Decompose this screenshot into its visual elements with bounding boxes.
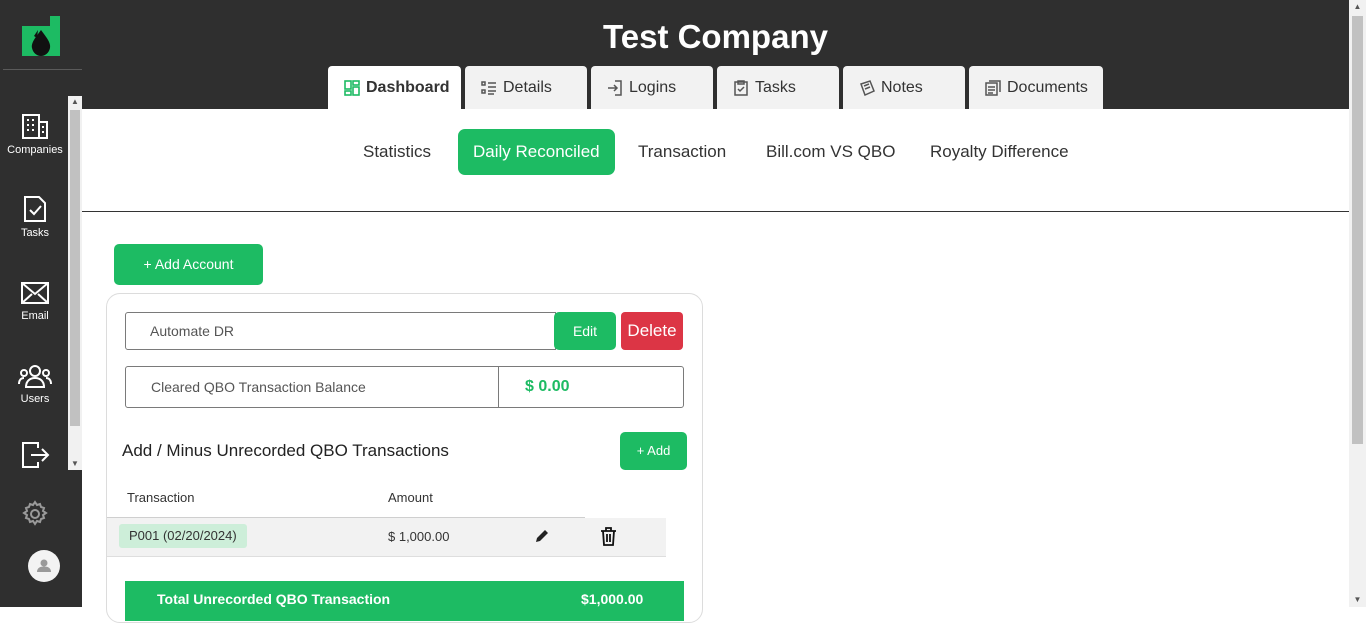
list-icon <box>481 80 496 95</box>
column-header-amount: Amount <box>388 490 433 505</box>
avatar[interactable] <box>28 550 60 582</box>
pencil-icon[interactable] <box>535 529 549 543</box>
scroll-down-arrow-icon[interactable]: ▼ <box>68 458 82 470</box>
subtab-divider <box>82 211 1349 212</box>
delete-button[interactable]: Delete <box>621 312 683 350</box>
transaction-badge[interactable]: P001 (02/20/2024) <box>119 524 247 548</box>
tab-label: Notes <box>881 78 923 96</box>
balance-label: Cleared QBO Transaction Balance <box>151 379 366 395</box>
sidebar-item-companies[interactable]: Companies <box>0 112 70 156</box>
subtab-daily-reconciled[interactable]: Daily Reconciled <box>458 129 615 175</box>
header: Test Company <box>82 0 1349 109</box>
sidebar-scrollbar[interactable]: ▲ ▼ <box>68 96 82 470</box>
login-icon <box>608 79 622 96</box>
balance-box: Cleared QBO Transaction Balance $ 0.00 <box>125 366 684 408</box>
scrollbar-thumb[interactable] <box>1352 16 1363 444</box>
add-account-button[interactable]: + Add Account <box>114 244 263 285</box>
account-name-field[interactable]: Automate DR <box>125 312 556 350</box>
tab-notes[interactable]: Notes <box>843 66 965 109</box>
total-value: $1,000.00 <box>581 591 644 607</box>
logo-divider <box>3 69 85 70</box>
logout-icon <box>22 442 50 468</box>
tab-dashboard[interactable]: Dashboard <box>328 66 461 109</box>
tab-documents[interactable]: Documents <box>969 66 1103 109</box>
scroll-up-arrow-icon[interactable]: ▲ <box>68 96 82 108</box>
building-icon <box>22 114 48 139</box>
tab-logins[interactable]: Logins <box>591 66 713 109</box>
sidebar-item-users[interactable]: Users <box>0 363 70 405</box>
task-icon <box>24 196 46 222</box>
subtab-transaction[interactable]: Transaction <box>623 129 741 175</box>
tab-tasks[interactable]: Tasks <box>717 66 839 109</box>
sidebar-item-label: Users <box>20 393 50 405</box>
company-title: Test Company <box>603 18 828 55</box>
subtab-statistics[interactable]: Statistics <box>348 129 446 175</box>
sidebar-item-label: Companies <box>7 144 63 156</box>
email-icon <box>21 282 49 304</box>
balance-value: $ 0.00 <box>525 378 570 395</box>
sidebar-item-label: Email <box>21 310 49 322</box>
subtab-bill-vs-qbo[interactable]: Bill.com VS QBO <box>751 129 910 175</box>
tab-label: Dashboard <box>366 78 450 96</box>
total-label: Total Unrecorded QBO Transaction <box>157 591 391 607</box>
tab-label: Logins <box>629 78 677 96</box>
user-avatar-icon <box>37 559 51 572</box>
edit-button[interactable]: Edit <box>554 312 616 350</box>
tab-label: Details <box>503 78 552 96</box>
subtab-royalty-difference[interactable]: Royalty Difference <box>915 129 1084 175</box>
add-transaction-button[interactable]: + Add <box>620 432 687 470</box>
tab-details[interactable]: Details <box>465 66 587 109</box>
dashboard-icon <box>344 79 360 96</box>
sidebar-item-label: Tasks <box>20 227 50 239</box>
scroll-down-arrow-icon[interactable]: ▼ <box>1349 593 1366 607</box>
unrecorded-section-title: Add / Minus Unrecorded QBO Transactions <box>122 441 449 460</box>
users-icon <box>18 365 52 388</box>
gear-icon <box>22 500 48 526</box>
logo-icon <box>22 16 60 56</box>
scroll-up-arrow-icon[interactable]: ▲ <box>1349 0 1366 14</box>
notes-icon <box>860 79 875 96</box>
trash-icon[interactable] <box>600 527 617 546</box>
column-header-transaction: Transaction <box>127 490 195 505</box>
total-bar: Total Unrecorded QBO Transaction $1,000.… <box>125 581 684 621</box>
scrollbar-thumb[interactable] <box>70 110 80 426</box>
sidebar-item-logout[interactable] <box>0 440 70 470</box>
clipboard-icon <box>734 79 748 96</box>
tab-label: Tasks <box>755 78 796 96</box>
sidebar-item-email[interactable]: Email <box>0 280 70 322</box>
tab-label: Documents <box>1007 78 1088 96</box>
sidebar-item-settings[interactable] <box>0 500 70 528</box>
sidebar-item-tasks[interactable]: Tasks <box>0 195 70 239</box>
balance-divider <box>498 367 499 407</box>
sidebar: Companies Tasks Email Users ▲ ▼ <box>0 0 85 607</box>
documents-icon <box>985 79 1001 96</box>
page-scrollbar[interactable]: ▲ ▼ <box>1349 0 1366 607</box>
amount-cell: $ 1,000.00 <box>388 529 450 544</box>
